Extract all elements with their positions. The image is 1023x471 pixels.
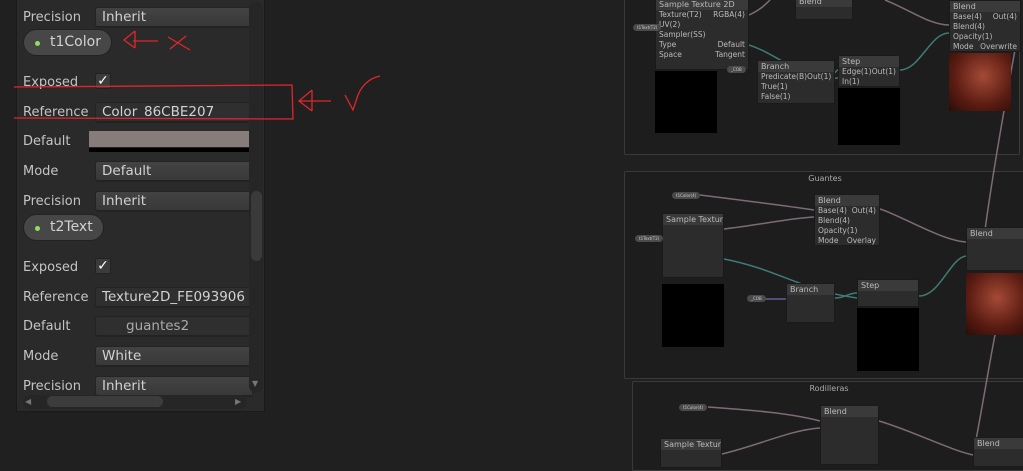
step-preview	[857, 308, 919, 371]
blend-node[interactable]: Blend	[973, 437, 1023, 467]
blend-node[interactable]: Blend	[795, 0, 853, 20]
predicate-input-port[interactable]: Predicate(B)	[761, 72, 807, 82]
property-node[interactable]: t1Color(4)	[672, 192, 701, 199]
blend-preview	[966, 273, 1023, 335]
node-title: Sample Texture 2D	[663, 214, 723, 225]
sample-texture-node[interactable]: Sample Texture 2D	[660, 438, 722, 468]
node-title: Blend	[950, 1, 1020, 12]
blend-input-port[interactable]: Blend(4)	[818, 216, 850, 226]
node-title: Blend	[974, 438, 1023, 449]
blend-input-port[interactable]: Blend(4)	[953, 22, 985, 32]
node-title: Branch	[787, 284, 834, 295]
blend-node[interactable]: Blend	[820, 405, 879, 465]
mode-label: Mode	[818, 236, 839, 245]
node-title: Step	[858, 280, 918, 291]
true-input-port[interactable]: True(1)	[761, 82, 788, 92]
branch-node[interactable]: Branch	[786, 283, 835, 323]
in-input-port[interactable]: In(1)	[842, 77, 860, 86]
out-output-port[interactable]: Out(4)	[993, 12, 1017, 22]
type-label: Type	[659, 40, 677, 49]
sample-texture-node[interactable]: Sample Texture 2D Texture(T2) RGBA(4) UV(…	[655, 0, 749, 70]
blend-node[interactable]: Blend	[966, 227, 1023, 271]
texture-preview	[662, 284, 724, 347]
out-output-port[interactable]: Out(1)	[807, 72, 831, 82]
shader-graph-canvas[interactable]: Guantes Rodilleras Sample Texture 2D Tex…	[0, 0, 1023, 471]
node-title: Sample Texture 2D	[656, 0, 748, 10]
sampler-input-port[interactable]: Sampler(SS)	[659, 30, 706, 40]
property-node[interactable]: t1Text(T2)	[635, 235, 664, 242]
base-input-port[interactable]: Base(4)	[818, 206, 847, 216]
rgba-output-port[interactable]: RGBA(4)	[713, 10, 745, 20]
node-title: Blend	[796, 0, 852, 7]
mode-dropdown[interactable]: Overwrite	[980, 42, 1017, 51]
texture-preview	[655, 71, 717, 133]
node-title: Blend	[815, 195, 879, 206]
branch-node[interactable]: Branch Predicate(B) Out(1) True(1) False(…	[757, 60, 835, 104]
blend-node[interactable]: Blend Base(4) Out(4) Blend(4) Opacity(1) …	[814, 194, 880, 246]
node-title: Blend	[821, 406, 878, 417]
opacity-input-port[interactable]: Opacity(1)	[953, 32, 992, 42]
node-title: Branch	[758, 61, 834, 72]
uv-input-port[interactable]: UV(2)	[659, 20, 680, 30]
node-title: Blend	[967, 228, 1023, 239]
mode-label: Mode	[953, 42, 974, 51]
out-output-port[interactable]: Out(1)	[872, 67, 896, 77]
node-title: Step	[839, 56, 899, 67]
blend-node[interactable]: Blend Base(4) Out(4) Blend(4) Opacity(1) …	[949, 0, 1021, 52]
step-node[interactable]: Step Edge(1) Out(1) In(1)	[838, 55, 900, 87]
sample-texture-node[interactable]: Sample Texture 2D	[662, 213, 724, 278]
mode-dropdown[interactable]: Overlay	[847, 236, 876, 245]
property-node[interactable]: t1Color(4)	[679, 404, 708, 411]
opacity-input-port[interactable]: Opacity(1)	[818, 226, 857, 236]
step-preview	[838, 88, 900, 145]
blend-preview	[949, 53, 1011, 111]
space-label: Space	[659, 50, 682, 59]
type-dropdown[interactable]: Default	[718, 40, 745, 50]
node-title: Sample Texture 2D	[661, 439, 721, 450]
property-node[interactable]: _COB	[747, 295, 766, 302]
false-input-port[interactable]: False(1)	[761, 92, 790, 102]
texture-input-port[interactable]: Texture(T2)	[659, 10, 702, 20]
base-input-port[interactable]: Base(4)	[953, 12, 982, 22]
step-node[interactable]: Step	[857, 279, 919, 307]
space-dropdown[interactable]: Tangent	[715, 50, 745, 60]
property-node[interactable]: t1Text(T2)	[633, 24, 662, 31]
edge-input-port[interactable]: Edge(1)	[842, 67, 872, 77]
out-output-port[interactable]: Out(4)	[852, 206, 876, 216]
property-node[interactable]: _COB	[727, 66, 746, 73]
